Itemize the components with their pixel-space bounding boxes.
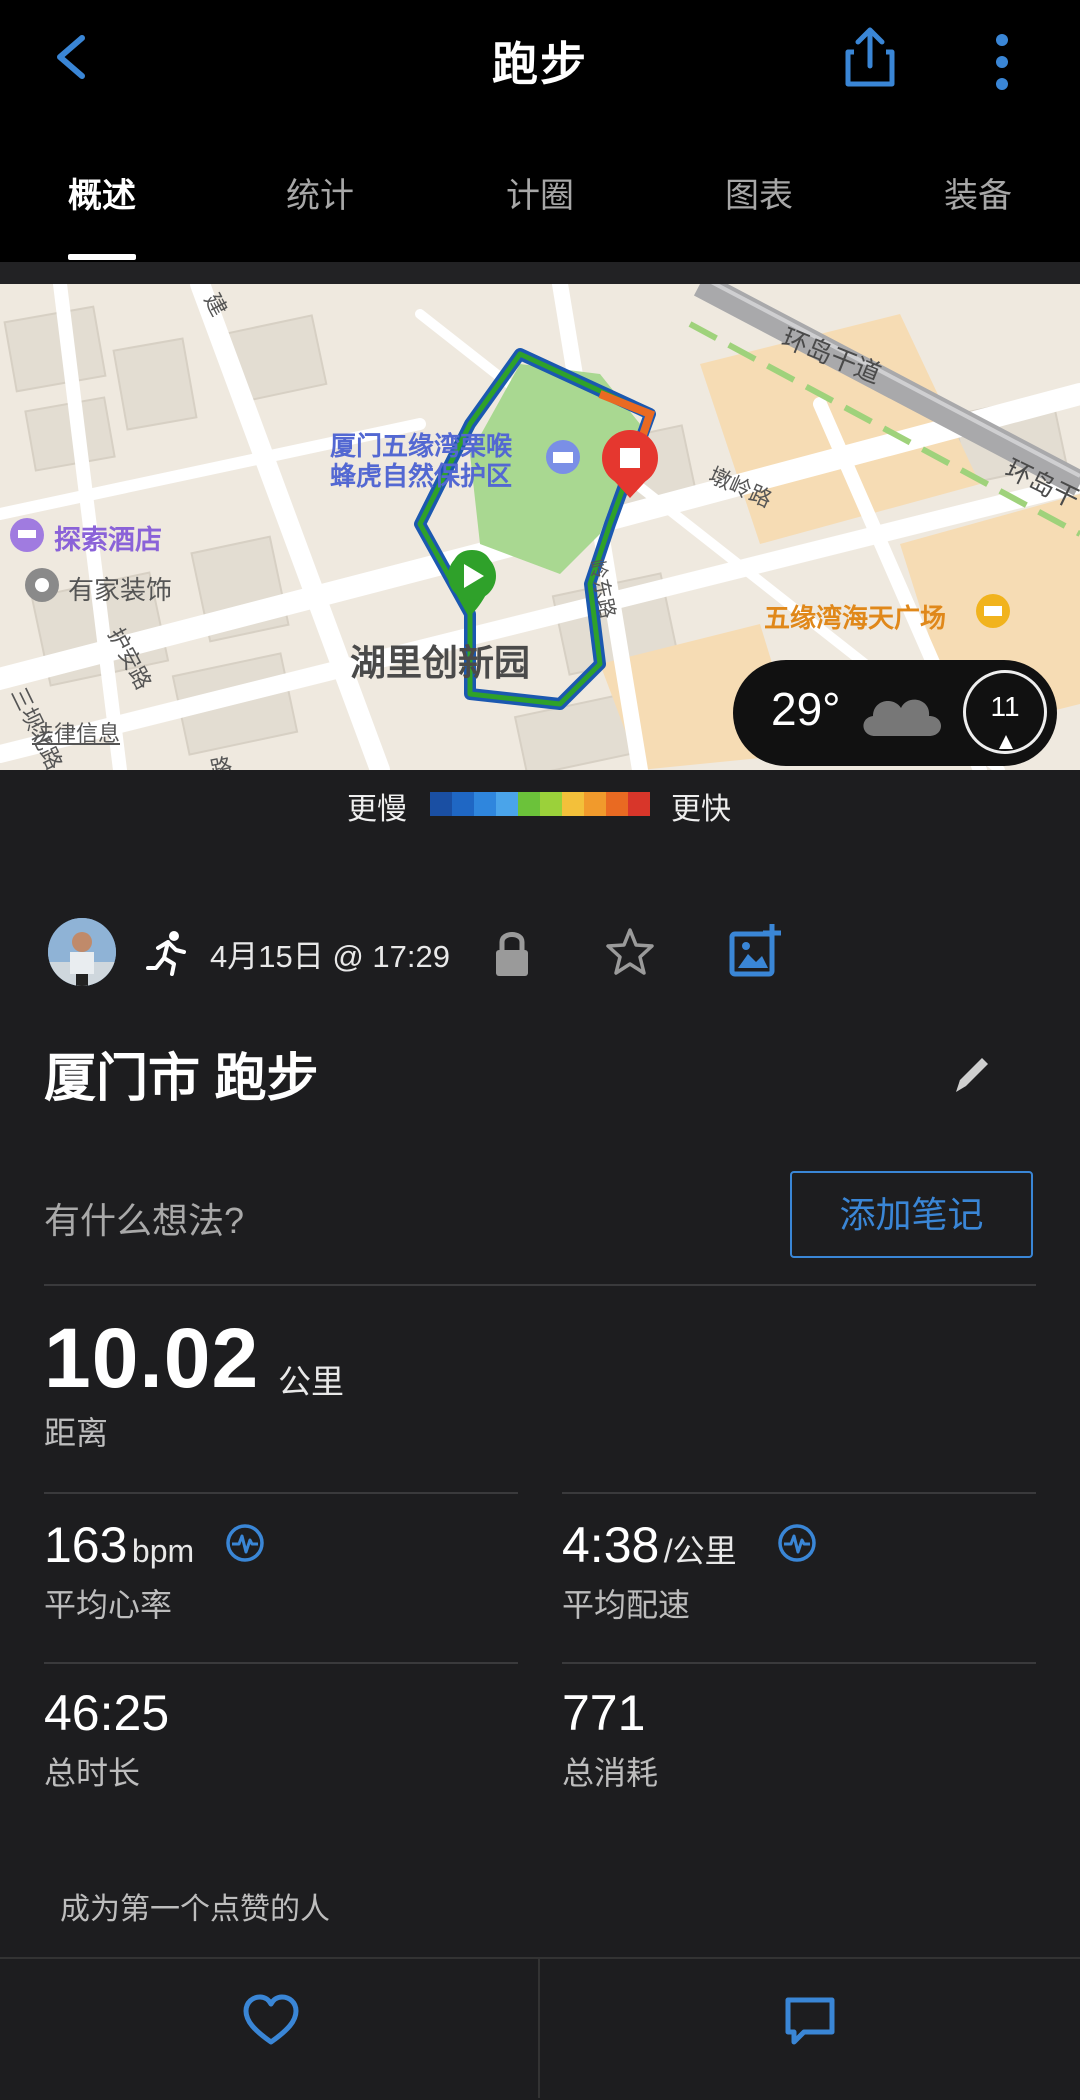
active-tab-indicator <box>68 254 136 260</box>
add-photo-icon[interactable] <box>728 922 784 978</box>
pace-color-segment <box>496 792 518 816</box>
cloud-icon <box>863 699 941 736</box>
map-label-deco: 有家装饰 <box>68 575 173 605</box>
pace-color-segment <box>540 792 562 816</box>
duration-value: 46:25 <box>44 1685 170 1741</box>
heart-rate-monitor-icon <box>778 1524 816 1562</box>
pace-color-segment <box>474 792 496 816</box>
legend-slower: 更慢 <box>347 793 407 826</box>
tab-overview[interactable]: 概述 <box>68 168 136 217</box>
pace-color-scale <box>430 792 650 816</box>
pace-color-segment <box>562 792 584 816</box>
calories-label: 总消耗 <box>562 1755 659 1791</box>
avg-pace-label: 平均配速 <box>562 1587 691 1623</box>
divider <box>562 1492 1036 1494</box>
add-note-button[interactable]: 添加笔记 <box>790 1171 1033 1258</box>
avg-hr-unit: bpm <box>131 1533 195 1569</box>
divider <box>44 1492 518 1494</box>
edit-pencil-icon[interactable] <box>950 1050 996 1096</box>
divider <box>44 1284 1036 1286</box>
running-icon <box>146 931 186 976</box>
divider <box>538 1957 540 2098</box>
avg-hr-value: 163 <box>44 1517 128 1573</box>
share-icon[interactable] <box>840 22 900 92</box>
tab-bar: 概述 统计 计圈 图表 装备 <box>0 158 1080 262</box>
tab-charts[interactable]: 图表 <box>725 168 793 217</box>
bottom-action-bar <box>0 1957 1080 2100</box>
map-label-plaza: 五缘湾海天广场 <box>764 603 947 633</box>
map-label-hotel: 探索酒店 <box>54 525 162 555</box>
legend-faster: 更快 <box>671 793 731 826</box>
pace-color-segment <box>628 792 650 816</box>
activity-datetime: 4月15日 @ 17:29 <box>210 939 450 974</box>
avg-pace-value: 4:38 <box>562 1517 660 1573</box>
duration-label: 总时长 <box>44 1755 141 1791</box>
tab-stats[interactable]: 统计 <box>286 168 354 217</box>
weather-badge: 29° 11 <box>733 660 1057 766</box>
activity-title: 厦门市 跑步 <box>44 1050 319 1108</box>
likes-text: 成为第一个点赞的人 <box>60 1893 330 1926</box>
distance-label: 距离 <box>44 1415 109 1451</box>
temperature-text: 29° <box>771 683 841 735</box>
wind-compass: 11 <box>963 670 1047 754</box>
pace-color-segment <box>584 792 606 816</box>
avg-hr-label: 平均心率 <box>44 1587 173 1623</box>
like-heart-icon[interactable] <box>240 1990 302 2052</box>
map-label-park-2: 蜂虎自然保护区 <box>330 461 513 491</box>
heart-rate-monitor-icon <box>226 1524 264 1562</box>
star-icon[interactable] <box>604 926 656 978</box>
pace-color-segment <box>518 792 540 816</box>
pace-color-segment <box>430 792 452 816</box>
avg-hr-stat: 163 bpm <box>44 1516 194 1574</box>
wind-speed-text: 11 <box>990 691 1020 722</box>
tab-laps[interactable]: 计圈 <box>506 168 574 217</box>
divider <box>0 262 1080 284</box>
avg-pace-unit: /公里 <box>663 1533 737 1569</box>
wind-direction-icon <box>999 735 1013 749</box>
tab-gear[interactable]: 装备 <box>944 168 1012 217</box>
pace-color-segment <box>452 792 474 816</box>
distance-value: 10.02 <box>44 1311 260 1405</box>
more-options-icon[interactable] <box>982 26 1022 96</box>
calories-value: 771 <box>562 1685 646 1741</box>
pace-legend: 更慢 更快 <box>0 770 1080 840</box>
avg-pace-stat: 4:38 /公里 <box>562 1516 737 1574</box>
avatar[interactable] <box>48 918 116 986</box>
lock-icon[interactable] <box>490 928 534 978</box>
distance-unit: 公里 <box>278 1363 344 1400</box>
page-title: 跑步 <box>492 38 588 90</box>
divider <box>44 1662 518 1664</box>
comment-icon[interactable] <box>780 1990 840 2050</box>
pace-color-segment <box>606 792 628 816</box>
map-label-innovation-park: 湖里创新园 <box>350 642 531 683</box>
thoughts-prompt[interactable]: 有什么想法? <box>44 1192 244 1244</box>
divider <box>562 1662 1036 1664</box>
